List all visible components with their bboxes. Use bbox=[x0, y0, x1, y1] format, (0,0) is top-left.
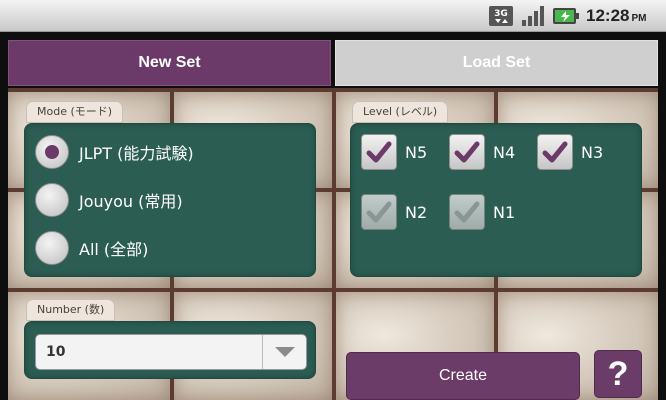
checkbox-n1[interactable]: N1 bbox=[449, 194, 515, 230]
checkbox-n5[interactable]: N5 bbox=[361, 134, 427, 170]
checkmark-icon bbox=[542, 141, 568, 163]
number-panel: 10 bbox=[24, 321, 316, 379]
radio-label: Jouyou (常用) bbox=[79, 192, 183, 211]
chevron-down-icon[interactable] bbox=[262, 335, 306, 369]
create-button[interactable]: Create bbox=[346, 352, 580, 400]
checkmark-icon bbox=[454, 141, 480, 163]
tab-new-set[interactable]: New Set bbox=[8, 40, 331, 86]
checkbox-label: N2 bbox=[405, 202, 428, 222]
number-label: Number (数) bbox=[26, 299, 116, 321]
radio-jouyou[interactable]: Jouyou (常用) bbox=[35, 182, 183, 218]
radio-selected-dot bbox=[45, 145, 59, 159]
mode-panel: JLPT (能力試験) Jouyou (常用) All (全部) bbox=[24, 123, 316, 277]
level-panel: N5 N4 N3 N2 N1 bbox=[350, 123, 642, 277]
mode-label: Mode (モード) bbox=[26, 101, 124, 123]
radio-label: All (全部) bbox=[79, 240, 149, 259]
checkmark-icon bbox=[366, 141, 392, 163]
checkbox[interactable] bbox=[361, 134, 397, 170]
svg-text:3G: 3G bbox=[494, 9, 508, 19]
checkbox-label: N4 bbox=[493, 142, 516, 162]
app-content: New Set Load Set Mode (モード) JLPT (能力試験) … bbox=[0, 32, 666, 400]
radio-all[interactable]: All (全部) bbox=[35, 230, 148, 266]
checkmark-icon bbox=[366, 201, 392, 223]
checkmark-icon bbox=[454, 201, 480, 223]
signal-icon bbox=[522, 6, 544, 26]
checkbox-n2[interactable]: N2 bbox=[361, 194, 427, 230]
level-label: Level (レベル) bbox=[352, 101, 449, 123]
radio-button[interactable] bbox=[35, 231, 69, 265]
board-background: Mode (モード) JLPT (能力試験) Jouyou (常用) All (… bbox=[8, 88, 658, 400]
battery-charging-icon bbox=[553, 8, 579, 24]
help-button[interactable]: ? bbox=[594, 350, 642, 398]
checkbox[interactable] bbox=[361, 194, 397, 230]
checkbox-label: N3 bbox=[581, 142, 604, 162]
checkbox-n4[interactable]: N4 bbox=[449, 134, 515, 170]
radio-label: JLPT (能力試験) bbox=[79, 144, 194, 163]
radio-jlpt[interactable]: JLPT (能力試験) bbox=[35, 134, 194, 170]
number-select[interactable]: 10 bbox=[35, 334, 307, 370]
checkbox[interactable] bbox=[449, 194, 485, 230]
checkbox-n3[interactable]: N3 bbox=[537, 134, 603, 170]
checkbox[interactable] bbox=[449, 134, 485, 170]
3g-icon: 3G bbox=[489, 6, 513, 26]
number-select-value: 10 bbox=[46, 344, 66, 360]
checkbox-label: N1 bbox=[493, 202, 516, 222]
checkbox-label: N5 bbox=[405, 142, 428, 162]
checkbox[interactable] bbox=[537, 134, 573, 170]
radio-button[interactable] bbox=[35, 135, 69, 169]
clock: 12:28 PM bbox=[586, 6, 647, 25]
status-bar: 3G 12:28 PM bbox=[0, 0, 666, 32]
radio-button[interactable] bbox=[35, 183, 69, 217]
tab-load-set[interactable]: Load Set bbox=[335, 40, 658, 86]
